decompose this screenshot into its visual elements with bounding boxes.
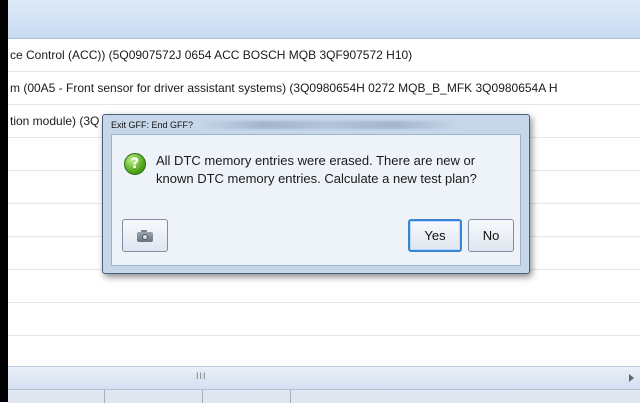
bottom-tab-strip — [8, 389, 640, 403]
tab-divider — [290, 390, 291, 403]
question-icon: ? — [124, 153, 146, 175]
screenshot-button[interactable] — [122, 219, 168, 252]
scroll-right-arrow-icon[interactable] — [629, 374, 634, 382]
no-button[interactable]: No — [468, 219, 514, 252]
yes-button[interactable]: Yes — [408, 219, 462, 252]
horizontal-scrollbar[interactable]: III — [8, 366, 640, 389]
list-row[interactable] — [8, 303, 640, 336]
list-header-bar — [8, 0, 640, 39]
scrollbar-grip[interactable]: III — [196, 371, 207, 381]
camera-icon — [137, 230, 153, 242]
dialog-title-blur — [199, 121, 459, 129]
list-row[interactable] — [8, 270, 640, 303]
list-row[interactable]: ce Control (ACC)) (5Q0907572J 0654 ACC B… — [8, 39, 640, 72]
list-row[interactable] — [8, 336, 640, 369]
window-frame-left — [0, 0, 8, 402]
list-row[interactable]: m (00A5 - Front sensor for driver assist… — [8, 72, 640, 105]
dialog-message: All DTC memory entries were erased. Ther… — [156, 153, 477, 186]
tab-divider — [104, 390, 105, 403]
dialog-title: Exit GFF: End GFF? — [111, 120, 194, 130]
tab-divider — [202, 390, 203, 403]
dialog-content: ? All DTC memory entries were erased. Th… — [111, 134, 521, 266]
confirm-dialog: Exit GFF: End GFF? ? All DTC memory entr… — [102, 114, 530, 274]
